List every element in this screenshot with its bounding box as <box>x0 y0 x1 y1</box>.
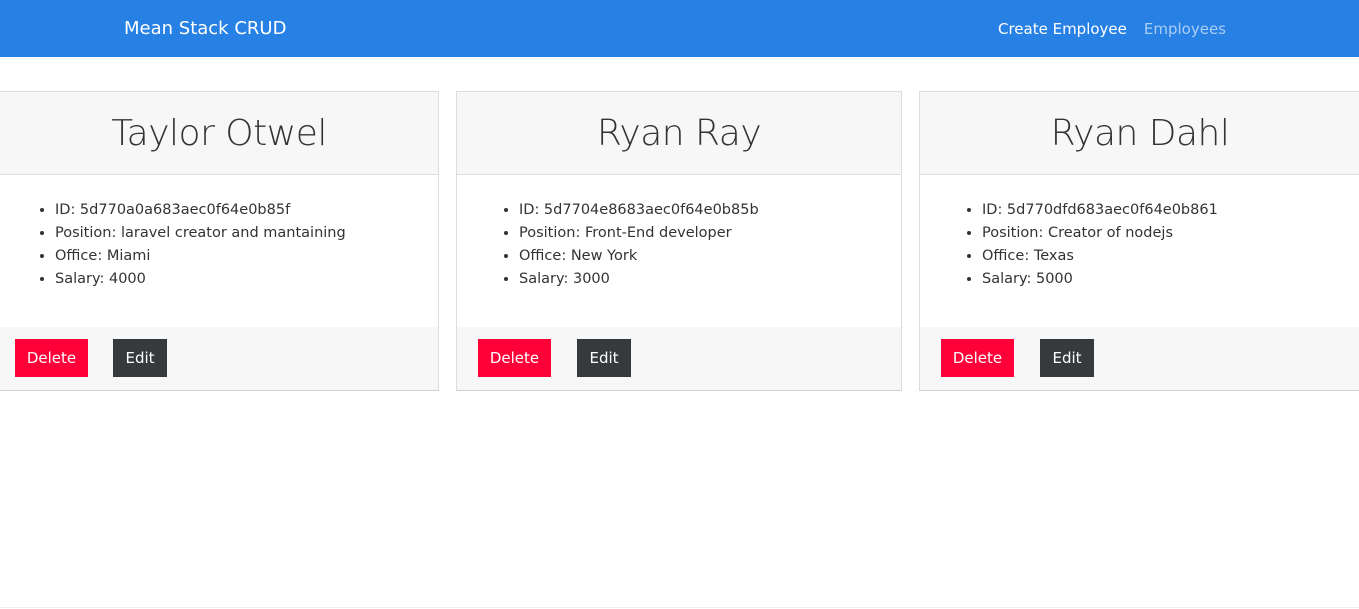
edit-button[interactable]: Edit <box>1040 339 1094 377</box>
employee-position: Position: Creator of nodejs <box>982 222 1359 245</box>
nav-link-employees[interactable]: Employees <box>1144 19 1226 39</box>
employee-salary: Salary: 5000 <box>982 268 1359 291</box>
employee-card: Taylor Otwel ID: 5d770a0a683aec0f64e0b85… <box>0 91 439 391</box>
card-body: ID: 5d770a0a683aec0f64e0b85f Position: l… <box>0 175 438 327</box>
employee-id: ID: 5d770a0a683aec0f64e0b85f <box>55 199 438 222</box>
card-header: Ryan Dahl <box>920 92 1359 175</box>
card-header: Ryan Ray <box>457 92 901 175</box>
delete-button[interactable]: Delete <box>15 339 88 377</box>
top-navbar: Mean Stack CRUD Create Employee Employee… <box>0 0 1359 57</box>
employee-card: Ryan Ray ID: 5d7704e8683aec0f64e0b85b Po… <box>456 91 902 391</box>
employee-salary: Salary: 3000 <box>519 268 901 291</box>
page-bottom-divider <box>0 607 1359 608</box>
employee-id: ID: 5d7704e8683aec0f64e0b85b <box>519 199 901 222</box>
employee-office: Office: New York <box>519 245 901 268</box>
delete-button[interactable]: Delete <box>941 339 1014 377</box>
employee-office: Office: Miami <box>55 245 438 268</box>
employee-name: Ryan Ray <box>596 112 762 154</box>
nav-links: Create Employee Employees <box>998 19 1226 39</box>
employee-office: Office: Texas <box>982 245 1359 268</box>
employee-position: Position: Front-End developer <box>519 222 901 245</box>
card-header: Taylor Otwel <box>0 92 438 175</box>
employee-id: ID: 5d770dfd683aec0f64e0b861 <box>982 199 1359 222</box>
card-footer: Delete Edit <box>457 327 901 390</box>
employee-details-list: ID: 5d7704e8683aec0f64e0b85b Position: F… <box>519 199 901 291</box>
employee-name: Taylor Otwel <box>111 112 327 154</box>
card-footer: Delete Edit <box>920 327 1359 390</box>
employee-card: Ryan Dahl ID: 5d770dfd683aec0f64e0b861 P… <box>919 91 1359 391</box>
brand-link[interactable]: Mean Stack CRUD <box>124 17 286 41</box>
employee-details-list: ID: 5d770dfd683aec0f64e0b861 Position: C… <box>982 199 1359 291</box>
employee-name: Ryan Dahl <box>1050 112 1230 154</box>
employee-salary: Salary: 4000 <box>55 268 438 291</box>
nav-link-create-employee[interactable]: Create Employee <box>998 19 1127 39</box>
card-footer: Delete Edit <box>0 327 438 390</box>
edit-button[interactable]: Edit <box>113 339 167 377</box>
employee-position: Position: laravel creator and mantaining <box>55 222 438 245</box>
employee-details-list: ID: 5d770a0a683aec0f64e0b85f Position: l… <box>55 199 438 291</box>
edit-button[interactable]: Edit <box>577 339 631 377</box>
card-body: ID: 5d770dfd683aec0f64e0b861 Position: C… <box>920 175 1359 327</box>
delete-button[interactable]: Delete <box>478 339 551 377</box>
card-body: ID: 5d7704e8683aec0f64e0b85b Position: F… <box>457 175 901 327</box>
